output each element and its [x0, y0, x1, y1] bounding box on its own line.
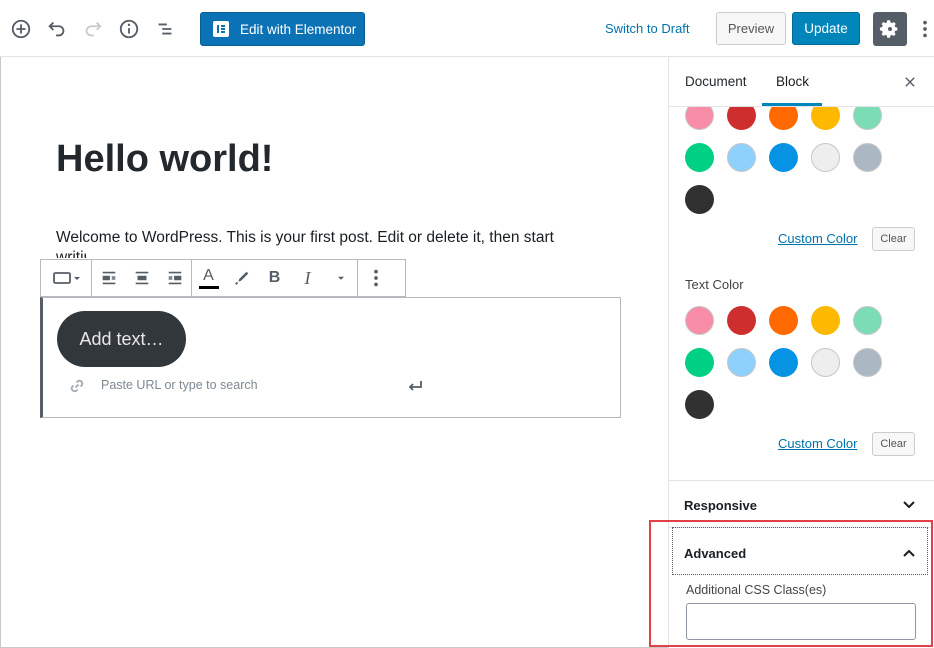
url-input[interactable]: Paste URL or type to search — [101, 378, 381, 396]
settings-sidebar: Document Block Custom Color Clear Text C… — [668, 57, 934, 648]
bold-icon: B — [268, 269, 281, 286]
undo-icon[interactable] — [44, 16, 70, 42]
preview-button[interactable]: Preview — [716, 12, 786, 45]
background-color-swatch[interactable] — [685, 185, 714, 214]
paragraph-block[interactable]: Welcome to WordPress. This is your first… — [56, 228, 616, 248]
background-color-swatch[interactable] — [727, 143, 756, 172]
more-vertical-icon — [374, 269, 378, 287]
text-color-swatch[interactable] — [727, 306, 756, 335]
align-left-icon — [102, 271, 115, 285]
redo-icon[interactable] — [80, 16, 106, 42]
more-vertical-icon — [923, 20, 927, 38]
gear-icon — [879, 20, 898, 38]
paragraph-continuation[interactable]: writing! — [56, 248, 86, 258]
block-toolbar: A B I — [40, 259, 406, 297]
italic-icon: I — [304, 267, 311, 288]
background-color-swatch[interactable] — [853, 143, 882, 172]
alignment-group — [92, 260, 192, 296]
block-switcher-group — [41, 260, 92, 296]
background-color-swatch[interactable] — [769, 143, 798, 172]
button-block-icon — [53, 272, 80, 284]
elementor-icon — [213, 21, 229, 37]
button-block: Add text… Paste URL or type to search — [40, 297, 621, 418]
text-color-swatch[interactable] — [727, 348, 756, 377]
panel-divider — [669, 480, 934, 481]
background-color-swatch[interactable] — [811, 143, 840, 172]
active-tab-indicator — [762, 103, 822, 106]
enter-icon[interactable] — [405, 376, 425, 396]
block-navigation-icon[interactable] — [152, 16, 178, 42]
block-switcher-button[interactable] — [41, 260, 91, 296]
text-color-label: Text Color — [685, 277, 744, 292]
switch-to-draft-link[interactable]: Switch to Draft — [605, 21, 690, 36]
css-class-input[interactable] — [686, 603, 916, 640]
bold-button[interactable]: B — [258, 260, 291, 296]
background-custom-color-link[interactable]: Custom Color — [778, 231, 857, 246]
chevron-down-icon[interactable] — [901, 497, 917, 513]
more-formatting-button[interactable] — [324, 260, 357, 296]
background-clear-button[interactable]: Clear — [872, 227, 915, 251]
link-icon — [70, 379, 84, 393]
text-color-icon: A — [203, 266, 214, 284]
update-button[interactable]: Update — [792, 12, 860, 45]
align-right-icon — [168, 271, 181, 285]
settings-button[interactable] — [873, 12, 907, 46]
post-title[interactable]: Hello world! — [56, 138, 273, 181]
format-group: A B I — [192, 260, 358, 296]
text-color-swatch[interactable] — [685, 306, 714, 335]
block-more-options-button[interactable] — [358, 260, 394, 296]
close-icon — [905, 77, 915, 87]
align-left-button[interactable] — [92, 260, 125, 296]
edit-with-elementor-label: Edit with Elementor — [240, 21, 357, 37]
css-class-label: Additional CSS Class(es) — [686, 583, 827, 597]
advanced-panel-title[interactable]: Advanced — [684, 546, 746, 561]
text-custom-color-link[interactable]: Custom Color — [778, 436, 857, 451]
more-options-button[interactable] — [918, 16, 932, 42]
highlight-button[interactable] — [225, 260, 258, 296]
text-color-swatch[interactable] — [685, 348, 714, 377]
settings-group — [358, 260, 394, 296]
info-icon[interactable] — [116, 16, 142, 42]
background-color-swatch[interactable] — [685, 143, 714, 172]
button-text[interactable]: Add text… — [57, 311, 186, 367]
text-color-swatch[interactable] — [769, 306, 798, 335]
responsive-panel-title[interactable]: Responsive — [684, 498, 757, 513]
align-center-button[interactable] — [125, 260, 158, 296]
text-clear-button[interactable]: Clear — [872, 432, 915, 456]
italic-button[interactable]: I — [291, 260, 324, 296]
text-color-swatch[interactable] — [769, 348, 798, 377]
text-color-swatch[interactable] — [811, 348, 840, 377]
add-block-icon[interactable] — [8, 16, 34, 42]
sidebar-tabs: Document Block — [669, 57, 934, 107]
close-sidebar-button[interactable] — [900, 72, 920, 92]
tab-block[interactable]: Block — [776, 74, 809, 89]
chevron-up-icon[interactable] — [901, 545, 917, 561]
text-color-swatch[interactable] — [685, 390, 714, 419]
top-toolbar: Edit with Elementor Switch to Draft Prev… — [0, 0, 934, 57]
tab-document[interactable]: Document — [685, 74, 747, 89]
align-center-icon — [135, 271, 148, 285]
align-right-button[interactable] — [158, 260, 191, 296]
caret-down-icon — [337, 276, 344, 280]
text-color-indicator — [198, 285, 219, 289]
brush-icon — [234, 271, 248, 285]
text-color-swatch[interactable] — [811, 306, 840, 335]
text-color-swatch[interactable] — [853, 306, 882, 335]
edit-with-elementor-button[interactable]: Edit with Elementor — [200, 12, 365, 46]
text-color-swatch[interactable] — [853, 348, 882, 377]
text-color-button[interactable]: A — [192, 260, 225, 296]
